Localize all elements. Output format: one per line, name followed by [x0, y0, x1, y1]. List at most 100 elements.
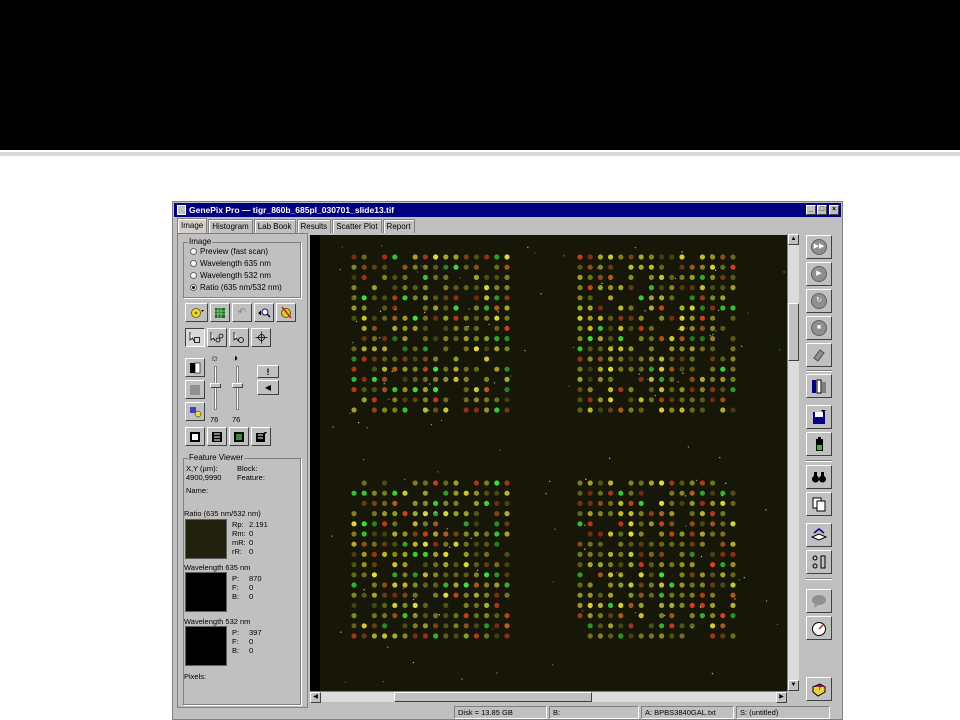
array-spot — [392, 295, 398, 301]
view-green-button[interactable] — [229, 427, 249, 446]
background-speck — [572, 346, 575, 349]
array-spot — [422, 541, 428, 547]
move-tool[interactable] — [251, 328, 271, 347]
array-spot — [484, 562, 490, 568]
array-spot — [648, 592, 654, 598]
contrast-slider-thumb[interactable] — [232, 382, 243, 388]
image-group-title: Image — [188, 237, 213, 246]
increment-button[interactable]: ! — [257, 365, 279, 378]
eraser-button[interactable] — [806, 343, 832, 367]
horizontal-scroll-thumb[interactable] — [394, 692, 592, 702]
repeat-scan-button[interactable]: ↻ — [806, 289, 832, 313]
background-speck — [363, 589, 365, 591]
contrast-slider-track[interactable] — [236, 366, 239, 410]
color-analysis-tool[interactable] — [276, 303, 296, 322]
array-spot — [597, 500, 603, 506]
tab-histogram[interactable]: Histogram — [208, 219, 253, 233]
array-spot — [628, 551, 634, 557]
background-speck — [437, 471, 439, 473]
array-spot — [638, 295, 644, 301]
zoom-tool[interactable] — [254, 303, 274, 322]
radio-button[interactable] — [190, 284, 197, 291]
help-button[interactable]: ? — [806, 677, 832, 701]
pointer-block-tool[interactable] — [185, 328, 205, 347]
view-export-button[interactable] — [251, 427, 271, 446]
radio-ratio[interactable]: Ratio (635 nm/532 nm) — [190, 282, 282, 293]
array-spot — [382, 336, 388, 342]
array-spot — [412, 551, 418, 557]
pointer-features-tool[interactable] — [207, 328, 227, 347]
array-spot — [453, 490, 459, 496]
gauge-button[interactable] — [806, 616, 832, 640]
maximize-button[interactable]: □ — [817, 205, 827, 215]
tab-scatter-plot[interactable]: Scatter Plot — [332, 219, 382, 233]
tab-report[interactable]: Report — [382, 219, 415, 233]
minimize-button[interactable]: _ — [806, 205, 816, 215]
array-spot — [402, 623, 408, 629]
view-grid-button[interactable] — [207, 427, 227, 446]
tab-lab-book[interactable]: Lab Book — [253, 219, 296, 233]
radio-button[interactable] — [190, 260, 197, 267]
undo-button[interactable]: ↶ — [232, 303, 252, 322]
feature-select-tool[interactable] — [185, 303, 208, 322]
array-spot — [638, 366, 644, 372]
find-button[interactable] — [806, 465, 832, 489]
tab-image[interactable]: Image — [177, 218, 208, 233]
film-export-icon — [255, 431, 267, 442]
array-spot — [597, 376, 603, 382]
array-spot — [371, 531, 377, 537]
vertical-scroll-thumb[interactable] — [788, 303, 799, 361]
battery-button[interactable] — [806, 432, 832, 456]
pointer-single-tool[interactable] — [229, 328, 249, 347]
array-spot — [443, 254, 449, 260]
array-spot — [720, 521, 726, 527]
array-spot — [402, 633, 408, 639]
microarray-scan-image[interactable] — [310, 235, 796, 691]
fast-forward-button[interactable]: ▶▶ — [806, 235, 832, 259]
scroll-left-button[interactable]: ◀ — [310, 692, 321, 703]
array-spot — [402, 346, 408, 352]
horizontal-scrollbar[interactable]: ◀ ▶ — [310, 691, 787, 703]
stop-button[interactable]: ■ — [806, 316, 832, 340]
play-button[interactable]: ▶ — [806, 262, 832, 286]
array-spot — [361, 572, 367, 578]
array-spot — [638, 582, 644, 588]
array-spot — [422, 490, 428, 496]
array-spot — [720, 295, 726, 301]
layers-button[interactable] — [806, 523, 832, 547]
array-spot — [597, 325, 603, 331]
align-button[interactable] — [806, 550, 832, 574]
save-button[interactable] — [806, 405, 832, 429]
scroll-down-button[interactable]: ▼ — [788, 680, 799, 691]
copy-button[interactable] — [806, 492, 832, 516]
title-bar[interactable]: GenePix Pro — tigr_860b_685pl_030701_sli… — [174, 203, 841, 217]
radio-wavelength-532[interactable]: Wavelength 532 nm — [190, 270, 271, 281]
array-spot — [443, 511, 449, 517]
radio-button[interactable] — [190, 248, 197, 255]
palette-button[interactable] — [185, 402, 205, 421]
tab-results[interactable]: Results — [296, 219, 332, 233]
decrement-button[interactable]: ◀ — [257, 380, 279, 395]
library-button[interactable] — [806, 374, 832, 398]
scroll-up-button[interactable]: ▲ — [788, 234, 799, 245]
target-icon — [190, 307, 204, 318]
radio-button[interactable] — [190, 272, 197, 279]
array-spot — [433, 387, 439, 393]
brightness-slider-thumb[interactable] — [210, 382, 221, 388]
radio-wavelength-635[interactable]: Wavelength 635 nm — [190, 258, 271, 269]
array-spot — [628, 592, 634, 598]
scroll-right-button[interactable]: ▶ — [776, 692, 787, 703]
array-spot — [422, 356, 428, 362]
channel-view-button[interactable] — [185, 358, 205, 377]
brightness-slider-track[interactable] — [214, 366, 217, 410]
overlay-button[interactable] — [185, 380, 205, 399]
view-single-button[interactable] — [185, 427, 205, 446]
array-spot — [608, 366, 614, 372]
array-spot — [402, 613, 408, 619]
chat-button[interactable] — [806, 589, 832, 613]
radio-preview[interactable]: Preview (fast scan) — [190, 246, 268, 257]
close-button[interactable]: × — [829, 205, 839, 215]
vertical-scrollbar[interactable]: ▲ ▼ — [787, 234, 799, 691]
grid-tool[interactable] — [210, 303, 230, 322]
array-spot — [371, 346, 377, 352]
